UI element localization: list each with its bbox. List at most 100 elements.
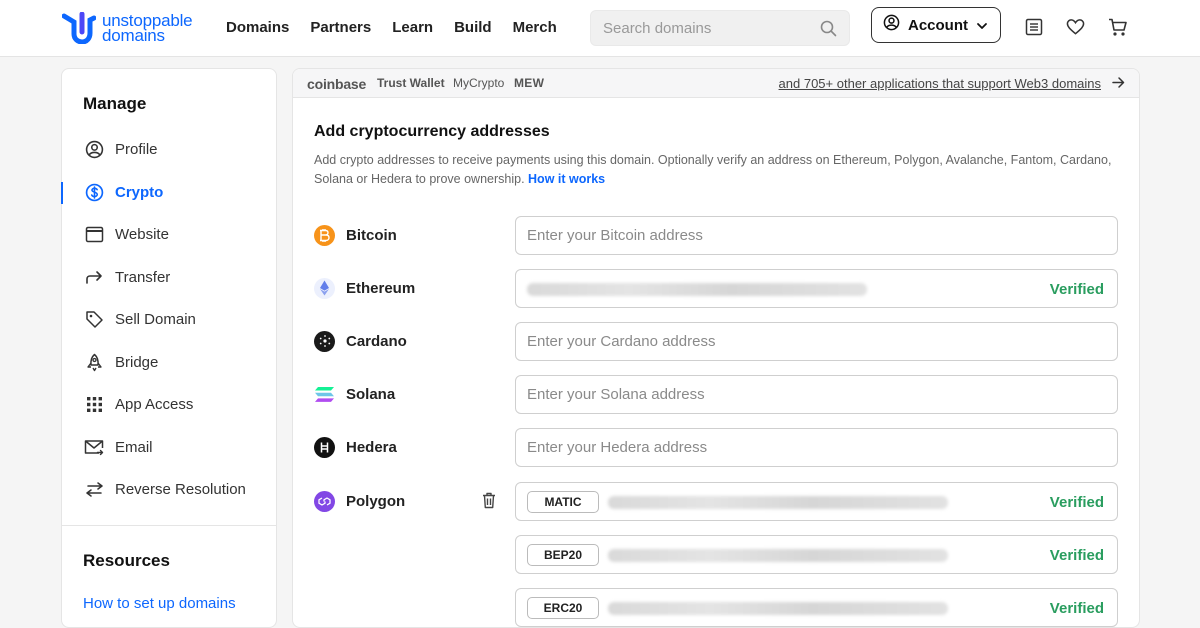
search-input[interactable]: [603, 19, 813, 37]
account-button[interactable]: Account: [871, 7, 1001, 43]
sidebar-item-bridge[interactable]: Bridge: [62, 347, 276, 377]
network-chip-bep20: BEP20: [527, 544, 599, 566]
verified-label: Verified: [1049, 600, 1104, 617]
app-mycrypto: MyCrypto: [453, 76, 505, 90]
nav-build[interactable]: Build: [454, 19, 492, 36]
verified-label: Verified: [1049, 494, 1104, 511]
dollar-circle-icon: [84, 182, 104, 202]
grid-icon: [84, 394, 104, 414]
sidebar-item-label: Transfer: [115, 268, 171, 286]
sidebar-divider: [62, 525, 276, 526]
network-chip-matic: MATIC: [527, 491, 599, 513]
heart-icon[interactable]: [1066, 18, 1085, 41]
sidebar-item-profile[interactable]: Profile: [62, 134, 276, 164]
main-card: coinbase Trust Wallet MyCrypto MEW and 7…: [292, 68, 1140, 628]
bitcoin-address-input[interactable]: [527, 227, 1087, 244]
resources-link[interactable]: How to set up domains: [83, 595, 236, 612]
cardano-icon: [314, 330, 335, 352]
sidebar-item-label: Reverse Resolution: [115, 480, 246, 498]
main-nav: Domains Partners Learn Build Merch: [226, 19, 557, 36]
brand-wordmark: unstoppable domains: [102, 12, 193, 45]
coin-name: Ethereum: [346, 279, 416, 297]
coin-row-polygon: Polygon: [314, 489, 405, 513]
sidebar-item-reverse-resolution[interactable]: Reverse Resolution: [62, 474, 276, 504]
rocket-icon: [84, 352, 104, 372]
bitcoin-icon: [314, 224, 335, 246]
polygon-matic-address-field[interactable]: MATIC Verified: [515, 482, 1118, 521]
brand-line-2: domains: [102, 26, 165, 45]
solana-icon: [314, 384, 335, 405]
polygon-bep20-address-field[interactable]: BEP20 Verified: [515, 535, 1118, 574]
resources-title: Resources: [83, 551, 170, 570]
search-icon[interactable]: [820, 20, 837, 42]
app-coinbase: coinbase: [307, 76, 367, 92]
hedera-icon: [314, 436, 335, 458]
arrow-right-icon[interactable]: [1112, 76, 1125, 94]
network-chip-erc20: ERC20: [527, 597, 599, 619]
sidebar-item-crypto[interactable]: Crypto: [61, 177, 276, 207]
coin-name: Solana: [346, 385, 396, 403]
solana-address-input[interactable]: [527, 386, 1087, 403]
sidebar-item-email[interactable]: Email: [62, 432, 276, 462]
arrow-forward-icon: [84, 267, 104, 287]
description-text: Add crypto addresses to receive payments…: [314, 153, 1112, 186]
how-it-works-link[interactable]: How it works: [528, 172, 605, 186]
sidebar-item-label: Profile: [115, 140, 158, 158]
sidebar-item-app-access[interactable]: App Access: [62, 389, 276, 419]
coin-name: Cardano: [346, 332, 407, 350]
sidebar-item-label: Email: [115, 438, 153, 456]
verified-label: Verified: [1049, 547, 1104, 564]
coin-name: Bitcoin: [346, 226, 397, 244]
brand-logo-icon: [62, 12, 96, 44]
cart-icon[interactable]: [1108, 18, 1128, 42]
account-label: Account: [908, 16, 968, 34]
coin-row-bitcoin: Bitcoin: [314, 223, 397, 247]
sidebar-item-label: Sell Domain: [115, 310, 196, 328]
mail-icon: [84, 437, 104, 457]
chevron-down-icon: [976, 19, 988, 37]
hedera-address-input[interactable]: [527, 439, 1087, 456]
top-header: unstoppable domains Domains Partners Lea…: [0, 0, 1200, 57]
verified-label: Verified: [1049, 281, 1104, 298]
coin-name: Polygon: [346, 492, 406, 510]
supported-apps-bar: coinbase Trust Wallet MyCrypto MEW and 7…: [293, 69, 1139, 98]
sidebar-title: Manage: [83, 94, 147, 113]
nav-partners[interactable]: Partners: [310, 19, 371, 36]
coin-row-cardano: Cardano: [314, 329, 407, 353]
ethereum-address-field[interactable]: Verified: [515, 269, 1118, 308]
brand-logo[interactable]: unstoppable domains: [62, 12, 193, 45]
sidebar-item-sell-domain[interactable]: Sell Domain: [62, 304, 276, 334]
sidebar-item-website[interactable]: Website: [62, 219, 276, 249]
sidebar-item-transfer[interactable]: Transfer: [62, 262, 276, 292]
page-description: Add crypto addresses to receive payments…: [314, 151, 1114, 189]
cardano-address-input[interactable]: [527, 333, 1087, 350]
search-box: [590, 10, 850, 46]
coin-row-hedera: Hedera: [314, 435, 397, 459]
sidebar-item-label: Website: [115, 225, 169, 243]
nav-learn[interactable]: Learn: [392, 19, 433, 36]
list-icon[interactable]: [1025, 18, 1043, 41]
trash-icon[interactable]: [482, 492, 496, 514]
ethereum-icon: [314, 277, 335, 299]
nav-domains[interactable]: Domains: [226, 19, 289, 36]
polygon-icon: [314, 490, 335, 512]
blurred-address: [608, 602, 948, 615]
blurred-address: [608, 549, 948, 562]
coin-row-solana: Solana: [314, 382, 395, 406]
app-trust-wallet: Trust Wallet: [377, 76, 445, 90]
sidebar-item-label: Bridge: [115, 353, 159, 371]
sidebar-item-label: App Access: [115, 395, 194, 413]
solana-address-field: [515, 375, 1118, 414]
sidebar: Manage Profile Crypto Website Transfer S…: [61, 68, 277, 628]
polygon-erc20-address-field[interactable]: ERC20 Verified: [515, 588, 1118, 627]
bitcoin-address-field: [515, 216, 1118, 255]
browser-window-icon: [84, 224, 104, 244]
blurred-address: [608, 496, 948, 509]
supported-apps-link[interactable]: and 705+ other applications that support…: [779, 76, 1101, 91]
user-circle-icon: [84, 139, 104, 159]
coin-row-ethereum: Ethereum: [314, 276, 415, 300]
coin-name: Hedera: [346, 438, 397, 456]
nav-merch[interactable]: Merch: [513, 19, 557, 36]
sidebar-item-label: Crypto: [115, 183, 164, 201]
page-title: Add cryptocurrency addresses: [314, 123, 550, 140]
